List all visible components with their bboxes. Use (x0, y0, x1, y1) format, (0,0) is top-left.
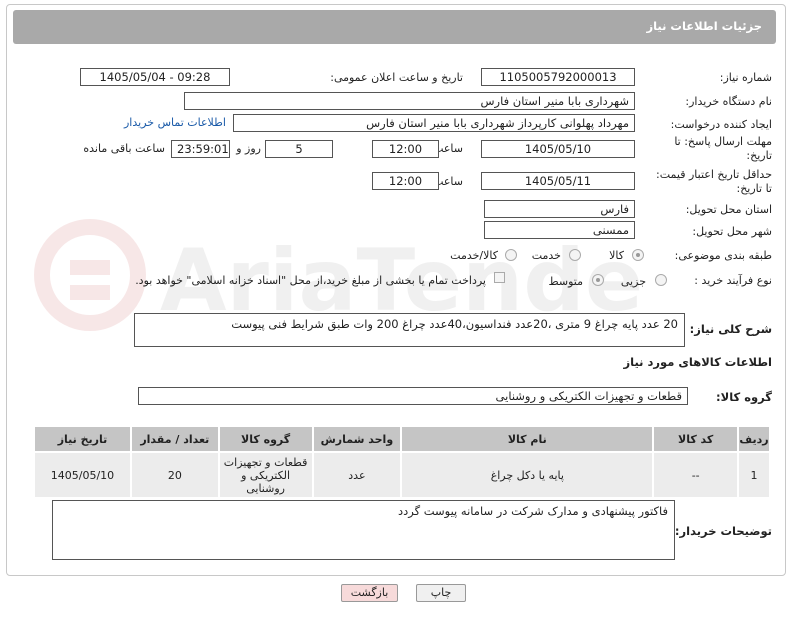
goods-group-label: گروه کالا: (716, 390, 772, 404)
cell-date: 1405/05/10 (33, 451, 132, 499)
print-button[interactable]: چاپ (416, 584, 466, 602)
requester-field: مهرداد پهلوانی کارپرداز شهرداری بابا منی… (233, 114, 635, 132)
reply-date-field: 1405/05/10 (481, 140, 635, 158)
description-textarea: 20 عدد پایه چراغ 9 متری ،20عدد فنداسیون،… (134, 313, 685, 347)
days-remaining-field: 5 (265, 140, 333, 158)
col-group: گروه کالا (217, 425, 314, 453)
days-label: روز و (236, 142, 261, 155)
goods-info-title: اطلاعات کالاهای مورد نیاز (623, 355, 772, 369)
buyer-notes-label: توضیحات خریدار: (674, 524, 772, 538)
table-row: 1 -- پایه یا دکل چراغ عدد قطعات و تجهیزا… (33, 451, 771, 499)
price-validity-date-field: 1405/05/11 (481, 172, 635, 190)
need-number-label: شماره نیاز: (719, 71, 772, 84)
delivery-city-label: شهر محل تحویل: (692, 225, 772, 238)
requester-label: ایجاد کننده درخواست: (670, 118, 772, 131)
col-unit: واحد شمارش (311, 425, 403, 453)
delivery-province-field: فارس (484, 200, 635, 218)
col-row: ردیف (737, 425, 771, 453)
panel-header: جزئیات اطلاعات نیاز (13, 10, 776, 44)
category-label: طبقه بندی موضوعی: (674, 249, 772, 262)
announce-datetime-label: تاریخ و ساعت اعلان عمومی: (330, 71, 463, 84)
category-goods-label: کالا (609, 249, 624, 262)
col-date: تاریخ نیاز (33, 425, 132, 453)
buyer-notes-textarea: فاکتور پیشنهادی و مدارک شرکت در سامانه پ… (52, 500, 675, 560)
treasury-payment-checkbox[interactable] (494, 272, 505, 283)
category-goods-service-label: کالا/خدمت (450, 249, 498, 262)
category-service-label: خدمت (531, 249, 561, 262)
description-label: شرح کلی نیاز: (689, 322, 772, 336)
cell-qty: 20 (129, 451, 220, 499)
buyer-org-label: نام دستگاه خریدار: (685, 95, 772, 108)
panel-title: جزئیات اطلاعات نیاز (646, 19, 762, 33)
time-remaining-label: ساعت باقی مانده (83, 142, 165, 155)
reply-deadline-label: مهلت ارسال پاسخ: تا (674, 135, 772, 148)
col-name: نام کالا (400, 425, 655, 453)
goods-group-field: قطعات و تجهیزات الکتریکی و روشنایی (138, 387, 688, 405)
delivery-province-label: استان محل تحویل: (685, 203, 772, 216)
cell-name: پایه یا دکل چراغ (400, 451, 655, 499)
process-medium-radio[interactable] (592, 274, 604, 286)
col-code: کد کالا (652, 425, 740, 453)
cell-row: 1 (737, 451, 771, 499)
need-number-field: 1105005792000013 (481, 68, 635, 86)
price-validity-time-field: 12:00 (372, 172, 439, 190)
time-remaining-field: 23:59:01 (171, 140, 230, 158)
goods-table: ردیف کد کالا نام کالا واحد شمارش گروه کا… (33, 425, 771, 499)
cell-unit: عدد (311, 451, 403, 499)
cell-group: قطعات و تجهیزات الکتریکی و روشنایی (217, 451, 314, 499)
delivery-city-field: ممسنی (484, 221, 635, 239)
category-goods-radio[interactable] (632, 249, 644, 261)
process-type-label: نوع فرآیند خرید : (694, 274, 772, 287)
announce-datetime-field: 1405/05/04 - 09:28 (80, 68, 230, 86)
price-validity-label: حداقل تاریخ اعتبار قیمت: (656, 168, 772, 181)
cell-code: -- (652, 451, 740, 499)
category-service-radio[interactable] (569, 249, 581, 261)
col-qty: تعداد / مقدار (129, 425, 220, 453)
category-goods-service-radio[interactable] (505, 249, 517, 261)
buyer-org-field: شهرداری بابا منیر استان فارس (184, 92, 635, 110)
goods-table-header: ردیف کد کالا نام کالا واحد شمارش گروه کا… (33, 425, 771, 453)
reply-time-field: 12:00 (372, 140, 439, 158)
buyer-contact-link[interactable]: اطلاعات تماس خریدار (124, 116, 226, 129)
price-validity-label-2: تا تاریخ: (736, 182, 772, 195)
reply-deadline-label-2: تاریخ: (746, 149, 772, 162)
process-minor-radio[interactable] (655, 274, 667, 286)
process-medium-label: متوسط (548, 275, 583, 288)
process-minor-label: جزیی (620, 275, 646, 288)
treasury-payment-note: پرداخت تمام یا بخشی از مبلغ خرید،از محل … (135, 274, 486, 287)
back-button[interactable]: بازگشت (341, 584, 398, 602)
